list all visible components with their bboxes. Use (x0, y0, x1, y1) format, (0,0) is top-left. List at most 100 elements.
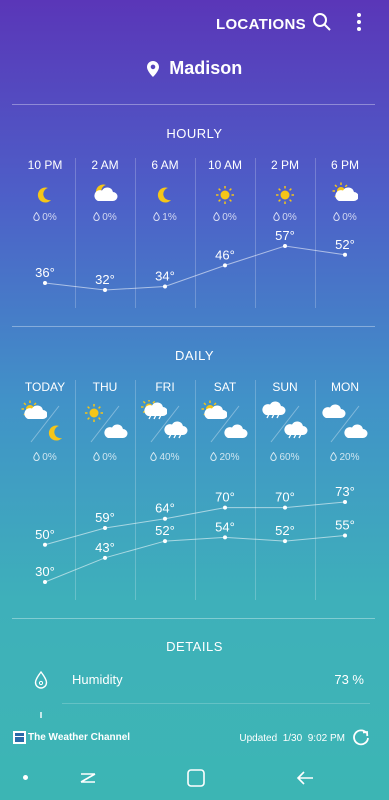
locations-button[interactable]: LOCATIONS (216, 16, 306, 33)
daily-high-label: 70° (275, 490, 295, 505)
precip-value: 1% (162, 212, 177, 223)
hourly-time: 10 PM (27, 158, 63, 172)
moon-icon (15, 182, 75, 208)
moon-cloud-icon (75, 182, 135, 208)
humidity-value: 73 % (334, 672, 364, 687)
precip-chance: 40% (135, 451, 195, 463)
daily-low-label: 55° (335, 517, 355, 532)
humidity-label: Humidity (72, 672, 123, 687)
divider (62, 703, 370, 704)
sun-cloud-icon (315, 182, 375, 208)
daily-high-label: 50° (35, 527, 55, 542)
precip-chance: 20% (315, 451, 375, 463)
daily-high-point (343, 500, 347, 504)
divider (12, 104, 375, 105)
updated-time: 9:02 PM (307, 733, 345, 744)
day-label: THU (92, 380, 118, 394)
hourly-time: 6 AM (151, 158, 179, 172)
day-night-icons (315, 400, 375, 448)
search-icon[interactable] (312, 12, 332, 32)
humidity-icon (34, 671, 48, 689)
hourly-temp-point (283, 244, 287, 248)
hourly-temp-label: 36° (35, 265, 55, 280)
hourly-temp-point (223, 263, 227, 268)
day-night-icons (15, 400, 75, 448)
precip-value: 0% (42, 452, 57, 463)
scroll-indicator (40, 712, 42, 718)
daily-high-point (43, 542, 47, 547)
location-pin-icon (146, 60, 159, 77)
daily-low-point (43, 580, 47, 584)
precip-chance: 0% (195, 211, 255, 223)
hourly-temp-label: 32° (95, 272, 115, 287)
footer: The Weather Channel Updated 1/30 9:02 PM (0, 728, 389, 750)
top-bar: LOCATIONS (0, 0, 389, 46)
hourly-temp-line (44, 245, 346, 291)
daily-high-point (283, 505, 287, 510)
precip-chance: 0% (315, 211, 375, 223)
day-label: TODAY (24, 380, 66, 394)
recent-apps-icon[interactable] (78, 768, 98, 788)
daily-low-point (103, 555, 107, 560)
hourly-temp-label: 34° (155, 268, 175, 283)
details-title: DETAILS (166, 639, 223, 654)
location-header[interactable]: Madison (0, 58, 389, 79)
hourly-temp-point (163, 284, 167, 289)
day-night-icons (195, 400, 255, 448)
daily-high-label: 70° (215, 490, 235, 505)
cloud-rain-icon (163, 420, 189, 451)
daily-high-point (103, 526, 107, 531)
day-label: MON (331, 380, 359, 394)
home-icon[interactable] (186, 768, 206, 788)
daily-low-point (163, 539, 167, 544)
refresh-icon[interactable] (351, 728, 371, 748)
provider-name[interactable]: The Weather Channel (28, 732, 130, 743)
precip-value: 0% (222, 212, 237, 223)
hourly-temp-point (43, 280, 47, 285)
cloud-icon (343, 420, 369, 451)
weather-channel-logo-icon[interactable] (13, 731, 26, 744)
daily-low-point (283, 539, 287, 544)
hourly-temp-point (343, 252, 347, 257)
cloud-rain-icon (283, 420, 309, 451)
daily-high-label: 73° (335, 484, 355, 499)
precip-value: 60% (279, 452, 300, 463)
daily-low-label: 52° (155, 523, 175, 538)
precip-value: 0% (42, 212, 57, 223)
more-options-icon[interactable] (352, 12, 366, 32)
cloud-icon (223, 420, 249, 451)
daily-low-point (343, 533, 347, 538)
sun-icon (195, 182, 255, 208)
daily-low-label: 52° (275, 523, 295, 538)
daily-high-label: 64° (155, 501, 175, 516)
day-night-icons (75, 400, 135, 448)
hourly-temp-chart: 36° 32° 34° 46° 57° 52° (35, 230, 355, 292)
precip-value: 20% (219, 452, 240, 463)
precip-chance: 60% (255, 451, 315, 463)
day-label: SAT (213, 380, 237, 394)
updated-label: Updated (239, 733, 278, 744)
hourly-title: HOURLY (166, 126, 223, 141)
day-label: FRI (155, 380, 175, 394)
day-label: SUN (272, 380, 298, 394)
daily-high-point (223, 505, 227, 510)
precip-chance: 0% (15, 451, 75, 463)
divider (12, 618, 375, 619)
daily-high-point (163, 516, 167, 521)
hourly-time: 10 AM (207, 158, 243, 172)
system-nav-bar (0, 756, 389, 800)
daily-low-label: 54° (215, 519, 235, 534)
precip-chance: 0% (15, 211, 75, 223)
sun-icon (255, 182, 315, 208)
precip-chance: 0% (255, 211, 315, 223)
hourly-temp-label: 52° (335, 237, 355, 252)
precip-value: 20% (339, 452, 360, 463)
daily-low-line (44, 534, 346, 583)
moon-icon (135, 182, 195, 208)
moon-icon (43, 420, 69, 451)
daily-low-label: 30° (35, 564, 55, 579)
nav-dot-icon[interactable] (23, 775, 28, 780)
daily-low-point (223, 535, 227, 540)
precip-chance: 20% (195, 451, 255, 463)
back-icon[interactable] (295, 768, 315, 788)
